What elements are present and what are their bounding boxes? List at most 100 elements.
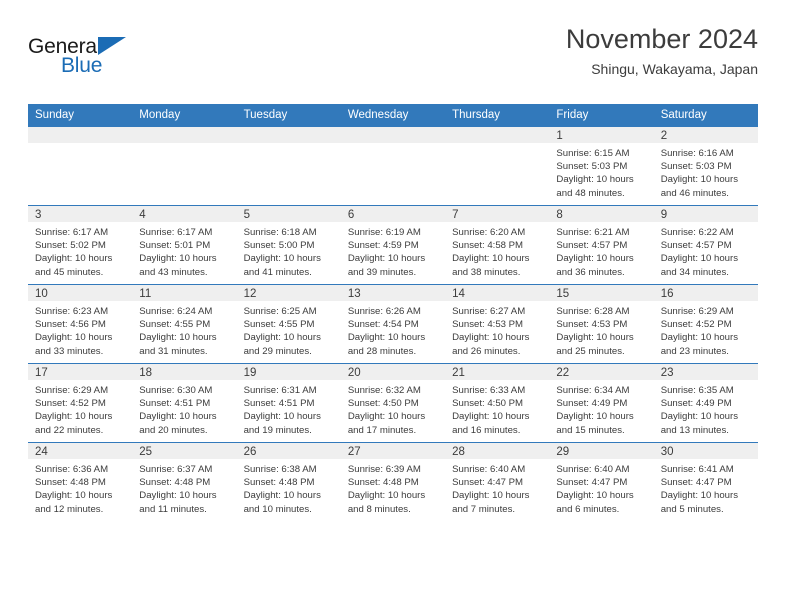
day-details: Sunrise: 6:33 AM Sunset: 4:50 PM Daylight:… — [445, 380, 549, 437]
day-detail-line: Daylight: 10 hours — [660, 411, 739, 423]
day-detail-line: and 16 minutes. — [452, 424, 521, 436]
calendar-day-cell[interactable]: 29 Sunrise: 6:40 AM Sunset: 4:47 PM Dayligh… — [549, 442, 654, 521]
day-detail-line: Sunset: 4:54 PM — [347, 319, 419, 331]
calendar-day-cell[interactable]: 20 Sunrise: 6:32 AM Sunset: 4:50 PM Dayligh… — [340, 363, 446, 443]
calendar-day-cell[interactable]: 26 Sunrise: 6:38 AM Sunset: 4:48 PM Dayligh… — [236, 442, 341, 521]
calendar-day-cell[interactable]: 3 Sunrise: 6:17 AM Sunset: 5:02 PM Daylight… — [28, 205, 133, 285]
day-details — [28, 143, 132, 147]
day-details: Sunrise: 6:20 AM Sunset: 4:58 PM Daylight:… — [445, 222, 549, 279]
day-details: Sunrise: 6:23 AM Sunset: 4:56 PM Daylight:… — [28, 301, 132, 358]
day-number — [236, 127, 341, 143]
day-detail-line: Sunrise: 6:18 AM — [243, 227, 317, 238]
day-detail-line: Sunrise: 6:22 AM — [660, 227, 734, 238]
day-detail-line: Daylight: 10 hours — [35, 490, 113, 502]
general-blue-logo: General Blue — [28, 36, 158, 82]
day-detail-line: Sunset: 5:01 PM — [139, 240, 211, 252]
day-detail-line: Sunrise: 6:39 AM — [347, 464, 421, 475]
day-detail-line: Daylight: 10 hours — [556, 490, 634, 502]
day-number — [132, 127, 237, 143]
day-number: 23 — [653, 364, 758, 380]
calendar-week-row: 17 Sunrise: 6:29 AM Sunset: 4:52 PM Dayligh… — [28, 363, 758, 443]
day-detail-line: Sunrise: 6:40 AM — [556, 464, 630, 475]
day-details: Sunrise: 6:40 AM Sunset: 4:47 PM Daylight:… — [549, 459, 653, 516]
sunrise-sunset-calendar: Sunday Monday Tuesday Wednesday Thursday… — [28, 104, 758, 521]
calendar-day-cell[interactable]: 6 Sunrise: 6:19 AM Sunset: 4:59 PM Daylight… — [340, 205, 446, 285]
day-detail-line: Sunset: 4:48 PM — [243, 477, 315, 489]
day-number: 1 — [549, 127, 654, 143]
day-detail-line: Sunset: 4:50 PM — [452, 398, 524, 410]
calendar-day-cell[interactable]: 4 Sunrise: 6:17 AM Sunset: 5:01 PM Daylight… — [132, 205, 237, 285]
calendar-day-cell[interactable]: 24 Sunrise: 6:36 AM Sunset: 4:48 PM Dayligh… — [28, 442, 133, 521]
day-details: Sunrise: 6:27 AM Sunset: 4:53 PM Daylight:… — [445, 301, 549, 358]
day-detail-line: Sunset: 4:59 PM — [347, 240, 419, 252]
calendar-day-cell[interactable]: 16 Sunrise: 6:29 AM Sunset: 4:52 PM Dayligh… — [653, 284, 758, 364]
day-detail-line: Sunrise: 6:32 AM — [347, 385, 421, 396]
day-detail-line: Sunrise: 6:33 AM — [452, 385, 526, 396]
day-detail-line: Sunrise: 6:26 AM — [347, 306, 421, 317]
day-detail-line: Daylight: 10 hours — [35, 332, 113, 344]
day-detail-line: Sunset: 4:55 PM — [243, 319, 315, 331]
page-subtitle: Shingu, Wakayama, Japan — [591, 61, 758, 78]
calendar-day-cell[interactable]: 13 Sunrise: 6:26 AM Sunset: 4:54 PM Dayligh… — [340, 284, 446, 364]
calendar-day-cell[interactable]: 9 Sunrise: 6:22 AM Sunset: 4:57 PM Daylight… — [653, 205, 758, 285]
weekday-header-friday: Friday — [549, 104, 654, 127]
day-detail-line: and 46 minutes. — [660, 187, 729, 199]
day-detail-line: Sunrise: 6:38 AM — [243, 464, 317, 475]
day-detail-line: Daylight: 10 hours — [35, 253, 113, 265]
calendar-day-cell[interactable]: 30 Sunrise: 6:41 AM Sunset: 4:47 PM Dayligh… — [653, 442, 758, 521]
day-details: Sunrise: 6:19 AM Sunset: 4:59 PM Daylight:… — [341, 222, 445, 279]
day-detail-line: and 39 minutes. — [347, 266, 417, 278]
calendar-cell-empty — [132, 127, 237, 206]
day-detail-line: and 48 minutes. — [556, 187, 625, 199]
calendar-day-cell[interactable]: 5 Sunrise: 6:18 AM Sunset: 5:00 PM Daylight… — [236, 205, 341, 285]
calendar-day-cell[interactable]: 17 Sunrise: 6:29 AM Sunset: 4:52 PM Dayligh… — [28, 363, 133, 443]
day-number: 4 — [132, 206, 237, 222]
calendar-day-cell[interactable]: 1 Sunrise: 6:15 AM Sunset: 5:03 PM Daylight… — [549, 127, 654, 206]
calendar-day-cell[interactable]: 25 Sunrise: 6:37 AM Sunset: 4:48 PM Dayligh… — [132, 442, 237, 521]
day-detail-line: Daylight: 10 hours — [347, 332, 426, 344]
calendar-day-cell[interactable]: 21 Sunrise: 6:33 AM Sunset: 4:50 PM Dayligh… — [445, 363, 550, 443]
day-detail-line: Daylight: 10 hours — [556, 174, 634, 186]
calendar-day-cell[interactable]: 11 Sunrise: 6:24 AM Sunset: 4:55 PM Dayligh… — [132, 284, 237, 364]
calendar-day-cell[interactable]: 18 Sunrise: 6:30 AM Sunset: 4:51 PM Dayligh… — [132, 363, 237, 443]
day-number: 18 — [132, 364, 237, 380]
calendar-day-cell[interactable]: 8 Sunrise: 6:21 AM Sunset: 4:57 PM Daylight… — [549, 205, 654, 285]
day-detail-line: and 8 minutes. — [347, 503, 411, 515]
day-detail-line: Daylight: 10 hours — [452, 411, 530, 423]
day-detail-line: Sunset: 4:57 PM — [660, 240, 732, 252]
calendar-day-cell[interactable]: 2 Sunrise: 6:16 AM Sunset: 5:03 PM Daylight… — [653, 127, 758, 206]
day-detail-line: and 5 minutes. — [660, 503, 724, 515]
day-detail-line: and 34 minutes. — [660, 266, 729, 278]
calendar-day-cell[interactable]: 19 Sunrise: 6:31 AM Sunset: 4:51 PM Dayligh… — [236, 363, 341, 443]
day-detail-line: Daylight: 10 hours — [452, 332, 530, 344]
weekday-header-tuesday: Tuesday — [236, 104, 341, 127]
calendar-day-cell[interactable]: 22 Sunrise: 6:34 AM Sunset: 4:49 PM Dayligh… — [549, 363, 654, 443]
day-number: 22 — [549, 364, 654, 380]
day-details — [237, 143, 341, 147]
day-details: Sunrise: 6:40 AM Sunset: 4:47 PM Daylight:… — [445, 459, 549, 516]
day-detail-line: Sunrise: 6:40 AM — [452, 464, 526, 475]
day-detail-line: and 43 minutes. — [139, 266, 208, 278]
calendar-day-cell[interactable]: 14 Sunrise: 6:27 AM Sunset: 4:53 PM Dayligh… — [445, 284, 550, 364]
day-number: 7 — [445, 206, 550, 222]
day-details: Sunrise: 6:24 AM Sunset: 4:55 PM Daylight:… — [132, 301, 236, 358]
calendar-day-cell[interactable]: 15 Sunrise: 6:28 AM Sunset: 4:53 PM Dayligh… — [549, 284, 654, 364]
day-detail-line: Sunrise: 6:15 AM — [556, 148, 630, 159]
day-details: Sunrise: 6:28 AM Sunset: 4:53 PM Daylight:… — [549, 301, 653, 358]
calendar-day-cell[interactable]: 23 Sunrise: 6:35 AM Sunset: 4:49 PM Dayligh… — [653, 363, 758, 443]
day-detail-line: Sunset: 4:52 PM — [35, 398, 106, 410]
day-detail-line: and 10 minutes. — [243, 503, 312, 515]
calendar-day-cell[interactable]: 27 Sunrise: 6:39 AM Sunset: 4:48 PM Dayligh… — [340, 442, 446, 521]
calendar-cell-empty — [236, 127, 341, 206]
day-detail-line: and 15 minutes. — [556, 424, 625, 436]
day-detail-line: Daylight: 10 hours — [347, 490, 426, 502]
calendar-day-cell[interactable]: 12 Sunrise: 6:25 AM Sunset: 4:55 PM Dayligh… — [236, 284, 341, 364]
day-detail-line: and 13 minutes. — [660, 424, 729, 436]
calendar-day-cell[interactable]: 7 Sunrise: 6:20 AM Sunset: 4:58 PM Daylight… — [445, 205, 550, 285]
calendar-day-cell[interactable]: 28 Sunrise: 6:40 AM Sunset: 4:47 PM Dayligh… — [445, 442, 550, 521]
day-details: Sunrise: 6:38 AM Sunset: 4:48 PM Daylight:… — [237, 459, 341, 516]
calendar-cell-empty — [340, 127, 446, 206]
calendar-day-cell[interactable]: 10 Sunrise: 6:23 AM Sunset: 4:56 PM Dayligh… — [28, 284, 133, 364]
day-detail-line: Sunrise: 6:29 AM — [35, 385, 109, 396]
day-detail-line: Sunrise: 6:27 AM — [452, 306, 526, 317]
